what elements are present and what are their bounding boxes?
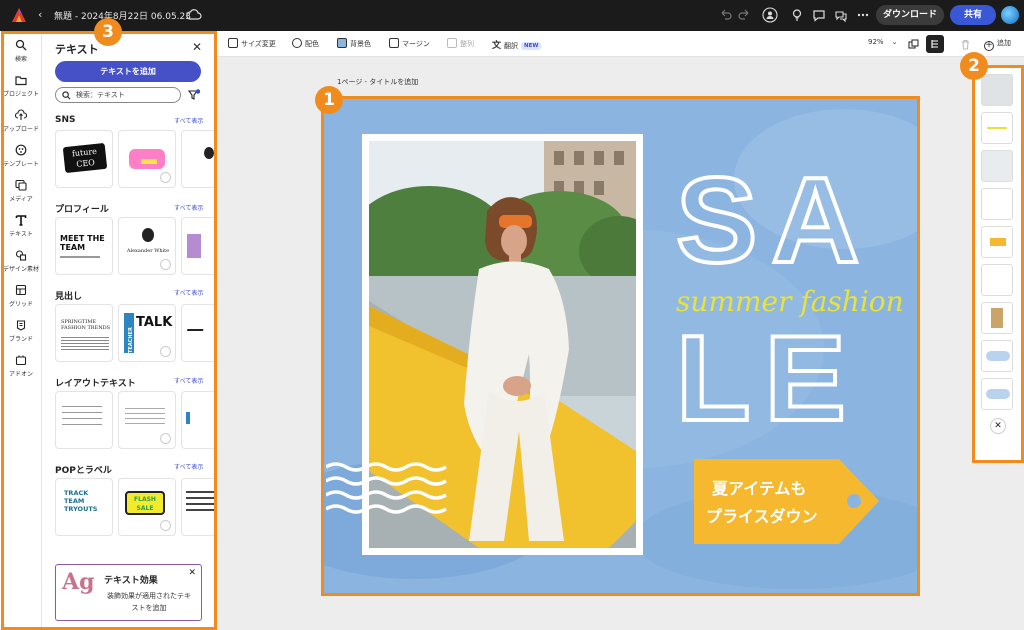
back-chevron-icon[interactable]: ‹: [38, 8, 42, 21]
undo-icon[interactable]: [718, 7, 734, 23]
page-title-label[interactable]: 1ページ - タイトルを追加: [337, 77, 418, 87]
share-review-icon[interactable]: [833, 7, 849, 23]
top-bar: ‹ 無題 - 2024年8月22日 06.05.23 ダウンロード 共有: [0, 0, 1024, 31]
comment-icon[interactable]: [811, 7, 827, 23]
margin-label: マージン: [402, 40, 430, 48]
align-label: 整列: [460, 40, 474, 48]
add-page-label: 追加: [997, 39, 1011, 47]
translate-label: 翻訳: [504, 42, 519, 50]
layers-icon[interactable]: [908, 39, 919, 50]
margin-tool[interactable]: マージン: [389, 38, 430, 49]
background-color-tool[interactable]: 背景色: [337, 38, 371, 49]
trash-icon[interactable]: [960, 39, 971, 50]
chevron-down-icon: ⌄: [891, 38, 898, 46]
page-list-icon: [931, 40, 938, 48]
palette-icon: [292, 38, 302, 48]
color-scheme-label: 配色: [305, 40, 319, 48]
user-avatar[interactable]: [1001, 6, 1019, 24]
download-button[interactable]: ダウンロード: [876, 5, 944, 25]
zoom-value: 92%: [868, 38, 884, 46]
plus-circle-icon: +: [984, 40, 994, 51]
pages-view-toggle[interactable]: [926, 35, 944, 53]
invite-user-icon[interactable]: [762, 7, 778, 23]
resize-tool[interactable]: サイズ変更: [228, 38, 276, 49]
margin-icon: [389, 38, 399, 48]
callout-box-thumbnails: [972, 65, 1024, 463]
align-tool[interactable]: 整列: [447, 38, 474, 49]
background-swatch-icon: [337, 38, 347, 48]
align-icon: [447, 38, 457, 48]
background-color-label: 背景色: [350, 40, 371, 48]
resize-icon: [228, 38, 238, 48]
zoom-select[interactable]: 92% ⌄: [868, 38, 897, 46]
lightbulb-icon[interactable]: [789, 7, 805, 23]
adobe-express-logo-icon[interactable]: [11, 7, 27, 23]
cloud-sync-icon[interactable]: [186, 7, 202, 23]
document-title[interactable]: 無題 - 2024年8月22日 06.05.23: [54, 9, 191, 22]
translate-icon: 文: [492, 41, 502, 51]
redo-icon[interactable]: [736, 7, 752, 23]
context-toolbar: サイズ変更 配色 背景色 マージン 整列 文翻訳 NEW 92% ⌄ + 追加: [216, 31, 1024, 57]
resize-label: サイズ変更: [241, 40, 276, 48]
new-badge: NEW: [521, 42, 542, 50]
share-button[interactable]: 共有: [950, 5, 996, 25]
more-options-icon[interactable]: [855, 7, 871, 23]
callout-number-1: 1: [315, 86, 343, 114]
callout-number-2: 2: [960, 52, 988, 80]
callout-number-3: 3: [94, 18, 122, 46]
add-page-button[interactable]: + 追加: [984, 38, 1011, 51]
translate-tool[interactable]: 文翻訳 NEW: [492, 38, 542, 51]
callout-box-sidebar: [1, 31, 217, 630]
color-scheme-tool[interactable]: 配色: [292, 38, 319, 49]
callout-box-canvas: [321, 96, 920, 596]
